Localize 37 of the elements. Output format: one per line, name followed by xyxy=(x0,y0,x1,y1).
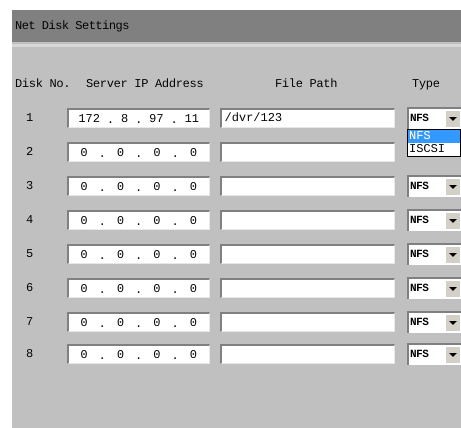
disk-number: 1 xyxy=(25,111,34,125)
type-dropdown[interactable]: NFS xyxy=(407,107,461,129)
ip-address-field[interactable]: 0 . 0 . 0 . 0 xyxy=(66,278,210,298)
type-dropdown[interactable]: NFS xyxy=(407,243,461,265)
ip-address-field[interactable]: 0 . 0 . 0 . 0 xyxy=(66,244,210,264)
file-path-field[interactable] xyxy=(220,278,395,298)
column-header: Disk No. xyxy=(15,77,70,91)
column-header: Server IP Address xyxy=(86,77,204,91)
disk-number: 4 xyxy=(25,213,34,227)
disk-number: 5 xyxy=(25,247,34,261)
ip-address-field[interactable]: 0 . 0 . 0 . 0 xyxy=(66,176,210,196)
file-path-field[interactable]: /dvr/123 xyxy=(220,108,395,128)
ip-address-field[interactable]: 0 . 0 . 0 . 0 xyxy=(66,312,210,332)
disk-number: 7 xyxy=(25,315,34,329)
type-dropdown[interactable]: NFS xyxy=(407,343,461,365)
type-dropdown[interactable]: NFS xyxy=(407,277,461,299)
ip-address-field[interactable]: 0 . 0 . 0 . 0 xyxy=(66,344,210,364)
type-dropdown[interactable]: NFS xyxy=(407,209,461,231)
disk-number: 2 xyxy=(25,145,34,159)
disk-number: 8 xyxy=(25,347,34,361)
ip-address-field[interactable]: 0 . 0 . 0 . 0 xyxy=(66,142,210,162)
file-path-field[interactable] xyxy=(220,142,396,162)
file-path-field[interactable] xyxy=(220,210,395,230)
column-header: File Path xyxy=(275,77,338,91)
column-header: Type xyxy=(412,77,440,91)
disk-number: 3 xyxy=(25,179,34,193)
type-dropdown[interactable]: NFS xyxy=(407,175,461,197)
file-path-field[interactable] xyxy=(220,312,395,332)
file-path-field[interactable] xyxy=(220,176,395,196)
ip-address-field[interactable]: 0 . 0 . 0 . 0 xyxy=(66,210,210,230)
file-path-field[interactable] xyxy=(220,344,395,364)
disk-number: 6 xyxy=(25,281,34,295)
dropdown-option[interactable]: ISCSI xyxy=(408,143,460,156)
type-dropdown[interactable]: NFS xyxy=(407,311,461,333)
ip-address-field[interactable]: 172 . 8 . 97 . 11 xyxy=(66,108,210,128)
file-path-field[interactable] xyxy=(220,244,395,264)
window-title: Net Disk Settings xyxy=(14,19,129,33)
